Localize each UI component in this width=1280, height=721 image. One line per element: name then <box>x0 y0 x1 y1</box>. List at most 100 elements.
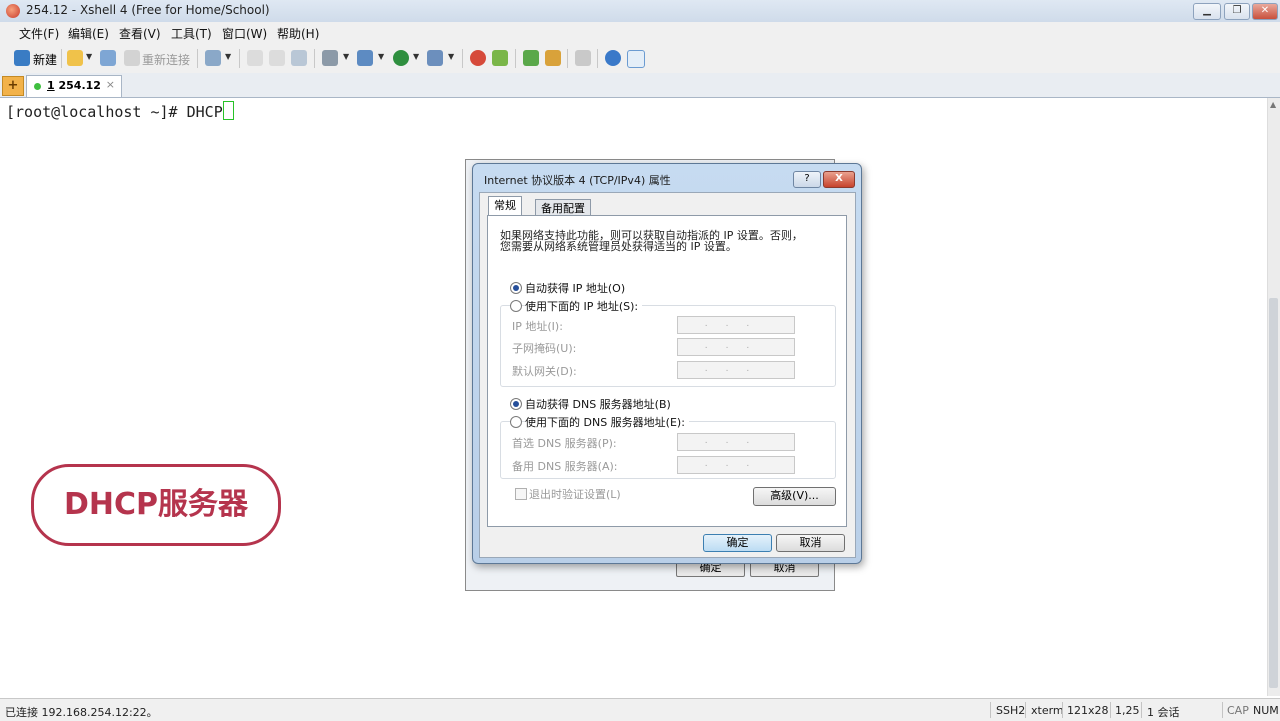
connected-status-icon <box>34 83 41 90</box>
toolbar-separator <box>515 49 516 68</box>
status-separator <box>1141 702 1142 718</box>
ip-manual-label[interactable]: 使用下面的 IP 地址(S): <box>525 298 643 314</box>
status-separator <box>1062 702 1063 718</box>
toolbar-separator <box>239 49 240 68</box>
dns-manual-radio[interactable] <box>510 416 522 428</box>
maximize-button[interactable]: ❐ <box>1224 3 1250 20</box>
lock-icon[interactable] <box>545 50 561 66</box>
connection-status: 已连接 192.168.254.12:22。 <box>5 706 158 719</box>
paste-icon[interactable] <box>269 50 285 66</box>
terminal-cursor <box>222 101 234 120</box>
dialog-body: 常规 备用配置 如果网络支持此功能，则可以获取自动指派的 IP 设置。否则， 您… <box>479 192 856 558</box>
script-icon[interactable] <box>492 50 508 66</box>
chevron-down-icon[interactable]: ▼ <box>343 52 349 61</box>
validate-on-exit-label[interactable]: 退出时验证设置(L) <box>529 486 621 502</box>
dns-auto-radio[interactable] <box>510 398 522 410</box>
default-gateway-field[interactable]: ... <box>677 361 795 379</box>
add-tab-icon[interactable]: + <box>2 76 24 96</box>
toolbar-separator <box>61 49 62 68</box>
session-count-status: 1 会话 <box>1147 706 1180 719</box>
menu-file[interactable]: 文件(F) <box>19 25 59 42</box>
tab-general[interactable]: 常规 <box>488 196 522 217</box>
cancel-button[interactable]: 取消 <box>776 534 845 552</box>
ip-address-field[interactable]: ... <box>677 316 795 334</box>
open-folder-icon[interactable] <box>67 50 83 66</box>
menu-help[interactable]: 帮助(H) <box>277 25 319 42</box>
properties-icon[interactable] <box>205 50 221 66</box>
ip-manual-radio[interactable] <box>510 300 522 312</box>
status-bar: 已连接 192.168.254.12:22。 SSH2 xterm 121x28… <box>0 698 1280 721</box>
chevron-down-icon[interactable]: ▼ <box>225 52 231 61</box>
find-icon[interactable] <box>291 50 307 66</box>
chevron-down-icon[interactable]: ▼ <box>86 52 92 61</box>
caps-lock-status: CAP <box>1227 704 1249 717</box>
tcpip-properties-dialog: Internet 协议版本 4 (TCP/IPv4) 属性 ? X 常规 备用配… <box>472 163 862 564</box>
globe-icon[interactable] <box>393 50 409 66</box>
close-window-button[interactable]: ✕ <box>1252 3 1278 20</box>
menu-bar: 文件(F) 编辑(E) 查看(V) 工具(T) 窗口(W) 帮助(H) <box>0 22 1280 43</box>
status-separator <box>990 702 991 718</box>
status-separator <box>1110 702 1111 718</box>
tab-254-12[interactable]: 1 254.12 × <box>26 75 122 97</box>
minimize-button[interactable]: ▁ <box>1193 3 1221 20</box>
reconnect-button[interactable]: 重新连接 <box>142 51 190 68</box>
ip-address-label: IP 地址(I): <box>512 320 563 333</box>
toolbar: 新建 ▼ 重新连接 ▼ ▼ ▼ ▼ ▼ <box>0 43 1280 74</box>
dialog-title: Internet 协议版本 4 (TCP/IPv4) 属性 <box>484 174 671 187</box>
general-tab-panel: 如果网络支持此功能，则可以获取自动指派的 IP 设置。否则， 您需要从网络系统管… <box>487 215 847 527</box>
copy-icon[interactable] <box>247 50 263 66</box>
dialog-help-button[interactable]: ? <box>793 171 821 188</box>
title-bar: 254.12 - Xshell 4 (Free for Home/School)… <box>0 0 1280 23</box>
dns-auto-label[interactable]: 自动获得 DNS 服务器地址(B) <box>525 396 671 412</box>
ip-auto-radio[interactable] <box>510 282 522 294</box>
preferred-dns-label: 首选 DNS 服务器(P): <box>512 437 617 450</box>
dialog-close-button[interactable]: X <box>823 171 855 188</box>
toolbar-separator <box>567 49 568 68</box>
xshell-app-icon <box>6 4 20 18</box>
preferred-dns-field[interactable]: ... <box>677 433 795 451</box>
menu-window[interactable]: 窗口(W) <box>222 25 267 42</box>
help-icon[interactable] <box>605 50 621 66</box>
terminal-type-status: xterm <box>1031 704 1064 717</box>
new-session-icon[interactable] <box>14 50 30 66</box>
status-separator <box>1222 702 1223 718</box>
window-title: 254.12 - Xshell 4 (Free for Home/School) <box>26 3 270 17</box>
menu-edit[interactable]: 编辑(E) <box>68 25 109 42</box>
alternate-dns-field[interactable]: ... <box>677 456 795 474</box>
terminal-size-status: 121x28 <box>1067 704 1109 717</box>
chevron-down-icon[interactable]: ▼ <box>448 52 454 61</box>
validate-on-exit-checkbox[interactable] <box>515 488 527 500</box>
chat-bubble-icon[interactable] <box>627 50 645 68</box>
keyboard-icon[interactable] <box>575 50 591 66</box>
subnet-mask-label: 子网掩码(U): <box>512 342 577 355</box>
font-icon[interactable] <box>427 50 443 66</box>
menu-view[interactable]: 查看(V) <box>119 25 161 42</box>
scroll-up-icon[interactable]: ▲ <box>1270 100 1276 109</box>
protocol-status: SSH2 <box>996 704 1026 717</box>
advanced-button[interactable]: 高级(V)... <box>753 487 836 506</box>
alternate-dns-label: 备用 DNS 服务器(A): <box>512 460 618 473</box>
new-session-button[interactable]: 新建 <box>33 51 57 68</box>
num-lock-status: NUM <box>1253 704 1279 717</box>
dns-manual-label[interactable]: 使用下面的 DNS 服务器地址(E): <box>525 414 689 430</box>
link-icon[interactable] <box>100 50 116 66</box>
cursor-position-status: 1,25 <box>1115 704 1140 717</box>
description-line-2: 您需要从网络系统管理员处获得适当的 IP 设置。 <box>500 240 737 253</box>
default-gateway-label: 默认网关(D): <box>512 365 577 378</box>
print-icon[interactable] <box>322 50 338 66</box>
vertical-scrollbar[interactable]: ▲ <box>1267 98 1280 696</box>
ip-auto-label[interactable]: 自动获得 IP 地址(O) <box>525 280 625 296</box>
chevron-down-icon[interactable]: ▼ <box>413 52 419 61</box>
ok-button[interactable]: 确定 <box>703 534 772 552</box>
scrollbar-thumb[interactable] <box>1269 298 1278 688</box>
tab-label: 1 254.12 <box>47 79 101 92</box>
tab-close-icon[interactable]: × <box>106 78 115 91</box>
dhcp-server-badge: DHCP服务器 <box>31 464 281 546</box>
xftp-icon[interactable] <box>470 50 486 66</box>
reconnect-icon[interactable] <box>124 50 140 66</box>
menu-tools[interactable]: 工具(T) <box>171 25 212 42</box>
subnet-mask-field[interactable]: ... <box>677 338 795 356</box>
layout-icon[interactable] <box>523 50 539 66</box>
transfer-icon[interactable] <box>357 50 373 66</box>
chevron-down-icon[interactable]: ▼ <box>378 52 384 61</box>
